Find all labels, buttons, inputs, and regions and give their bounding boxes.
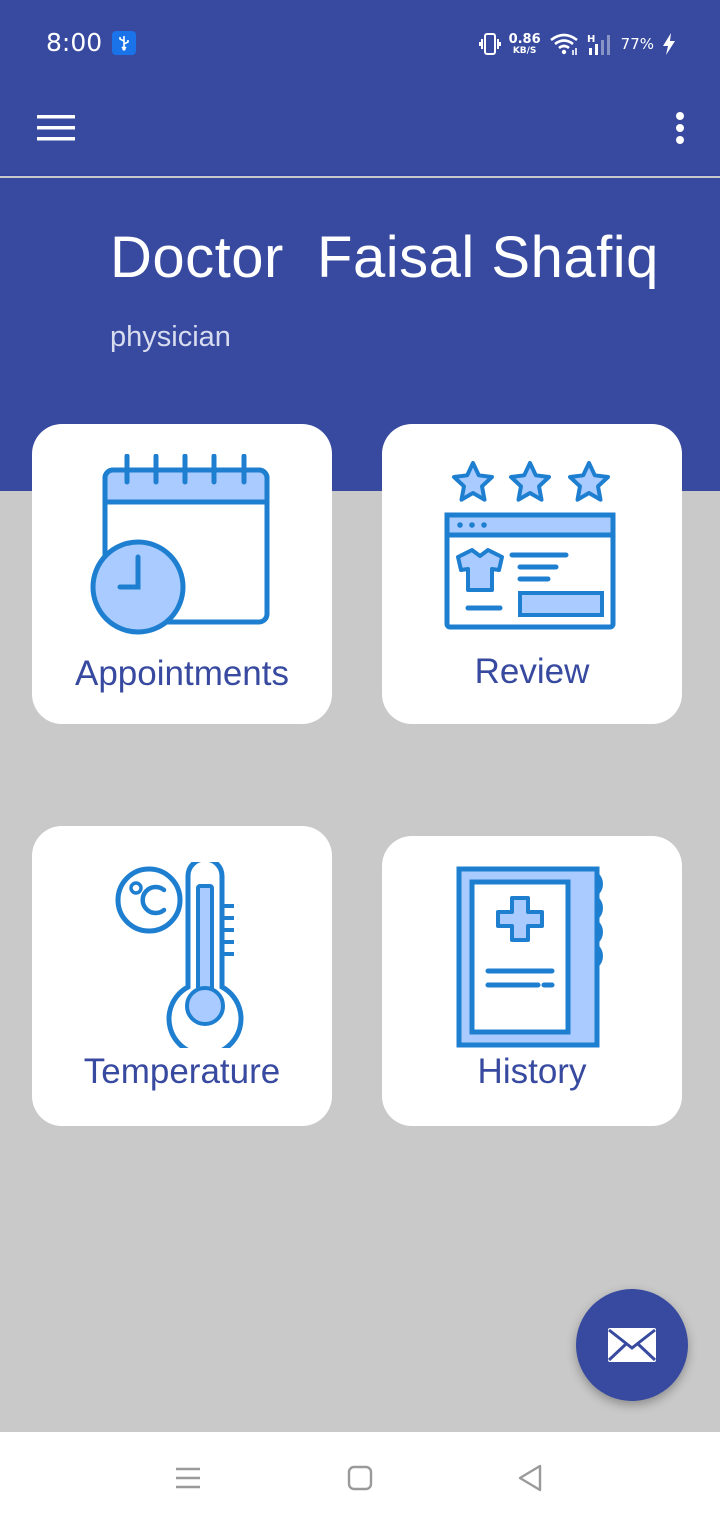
appointments-card[interactable]: Appointments (32, 424, 332, 724)
status-indicators: 0.86 KB/S H 77% (478, 28, 676, 60)
usb-icon (112, 31, 136, 55)
star-review-icon (444, 461, 616, 630)
charging-bolt-icon (663, 33, 675, 55)
hamburger-menu-icon (37, 115, 75, 141)
hamburger-menu-button[interactable] (32, 104, 80, 152)
back-button[interactable] (510, 1460, 550, 1496)
home-button[interactable] (340, 1460, 380, 1496)
wifi-icon (549, 33, 578, 55)
doctor-name: Doctor Faisal Shafiq (110, 225, 659, 290)
network-speed: 0.86 KB/S (509, 33, 541, 56)
mail-fab-button[interactable] (576, 1289, 688, 1401)
history-label: History (477, 1052, 587, 1091)
appointments-label: Appointments (74, 654, 290, 693)
more-vert-icon (676, 112, 684, 144)
recents-icon (176, 1467, 200, 1489)
battery-percentage: 77% (620, 35, 654, 53)
temperature-card[interactable]: Temperature (32, 826, 332, 1126)
home-icon (347, 1465, 373, 1491)
thermometer-icon (115, 862, 244, 1048)
status-time: 8:00 (46, 28, 103, 57)
doctor-role: physician (110, 321, 231, 353)
signal-icon: H (587, 34, 610, 55)
history-card[interactable]: History (382, 836, 682, 1126)
more-options-button[interactable] (662, 98, 698, 158)
back-icon (518, 1464, 542, 1492)
status-bar: 8:00 0.86 KB/S H 77% (0, 0, 720, 88)
review-label: Review (474, 652, 590, 691)
calendar-clock-icon (90, 454, 270, 635)
network-speed-unit: KB/S (512, 45, 537, 56)
temperature-label: Temperature (83, 1052, 281, 1091)
network-type-label: H (587, 34, 595, 45)
medical-history-icon (456, 866, 603, 1048)
app-bar (0, 88, 720, 176)
vibrate-icon (478, 33, 501, 55)
review-card[interactable]: Review (382, 424, 682, 724)
recents-button[interactable] (168, 1460, 208, 1496)
system-nav-bar (0, 1432, 720, 1520)
mail-icon (607, 1328, 657, 1362)
network-speed-value: 0.86 (508, 31, 541, 47)
